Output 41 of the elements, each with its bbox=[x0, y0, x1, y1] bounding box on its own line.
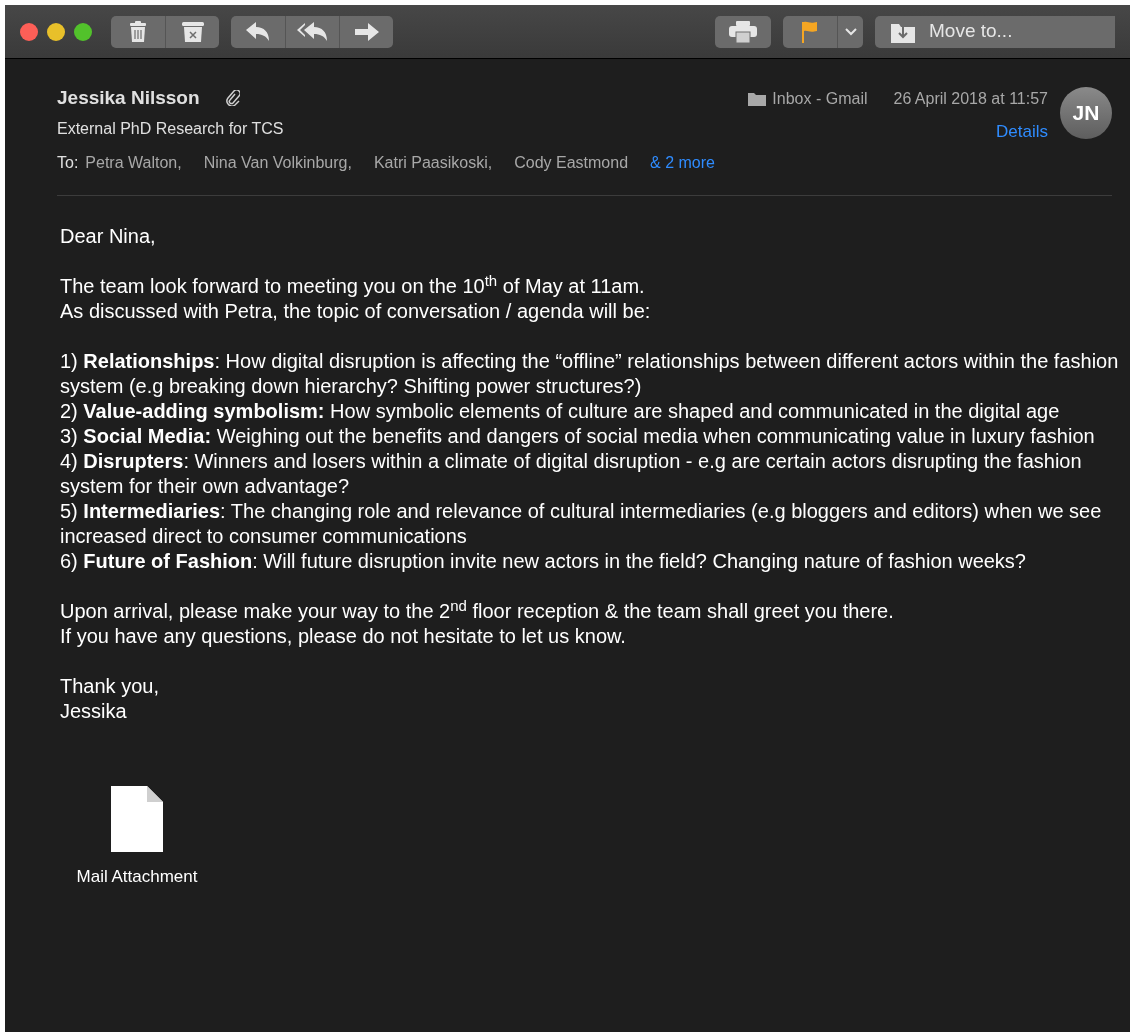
forward-icon bbox=[354, 21, 379, 42]
body-text: If you have any questions, please do not hesitate to let us know. bbox=[60, 624, 627, 649]
junk-icon bbox=[181, 21, 204, 42]
recipient-name[interactable]: Nina Van Volkinburg, bbox=[203, 151, 352, 175]
body-text: As discussed with Petra, the topic of conversation / agenda will be: bbox=[60, 299, 652, 324]
body-text: Thank you, bbox=[60, 674, 160, 699]
reply-icon bbox=[246, 21, 270, 42]
attachment-name[interactable]: Mail Attachment bbox=[76, 864, 198, 889]
body-text: Upon arrival, please make your way to the 2$^{nd}$ floor reception & the team shall greet you there. bbox=[60, 599, 895, 624]
sender-name: Jessika Nilsson bbox=[57, 85, 200, 110]
body-text: 2) Value-adding symbolism: How symbolic elements of culture are shaped and communicated in the digital age bbox=[60, 399, 1061, 424]
minimize-window-button[interactable] bbox=[47, 22, 65, 41]
body-text: 3) Social Media: Weighing out the benefits and dangers of social media when communicating value in luxury fashion bbox=[60, 424, 1096, 449]
body-text: 5) Intermediaries: The changing role and relevance of cultural intermediaries (e.g bloggers and editors) when we see increased direct to consumer communications bbox=[60, 499, 1103, 549]
chevron-down-icon bbox=[844, 27, 857, 36]
body-text: Dear Nina, bbox=[60, 224, 157, 249]
zoom-window-button[interactable] bbox=[74, 22, 92, 41]
recipient-name[interactable]: Petra Walton, bbox=[85, 151, 182, 175]
printer-icon bbox=[729, 20, 757, 43]
body-text: Jessika bbox=[60, 699, 128, 724]
more-recipients-link[interactable]: & 2 more bbox=[650, 151, 715, 175]
close-window-button[interactable] bbox=[20, 22, 38, 41]
recipient-name[interactable]: Katri Paasikoski, bbox=[373, 151, 493, 175]
email-subject: External PhD Research for TCS bbox=[57, 119, 285, 139]
body-text: 6) Future of Fashion: Will future disruption invite new actors in the field? Changing nature of fashion weeks? bbox=[60, 549, 1027, 574]
to-label: To: bbox=[57, 153, 79, 173]
paperclip-icon bbox=[225, 90, 240, 106]
flag-icon bbox=[802, 20, 818, 43]
details-link[interactable]: Details bbox=[996, 119, 1048, 145]
move-to-button[interactable]: Move to... bbox=[875, 15, 1115, 48]
trash-icon bbox=[129, 20, 147, 43]
recipient-name[interactable]: Cody Eastmond bbox=[514, 151, 629, 175]
body-text: 4) Disrupters: Winners and losers within a climate of digital disruption - e.g are certain actors disrupting the fashion system for their own advantage? bbox=[60, 449, 1083, 499]
document-icon bbox=[111, 786, 163, 852]
folder-icon bbox=[748, 92, 767, 106]
reply-all-icon bbox=[296, 21, 329, 42]
body-text: The team look forward to meeting you on the 10$^{th}$ of May at 11am. bbox=[60, 274, 646, 299]
email-date: 26 April 2018 at 11:57 bbox=[893, 89, 1048, 109]
body-text: 1) Relationships: How digital disruption is affecting the “offline” relationships between different actors within the fashion system (e.g breaking down hierarchy? Shifting power structures?) bbox=[60, 349, 1120, 399]
mailbox-name: Inbox - Gmail bbox=[772, 89, 868, 109]
sender-avatar: JN bbox=[1060, 87, 1112, 139]
